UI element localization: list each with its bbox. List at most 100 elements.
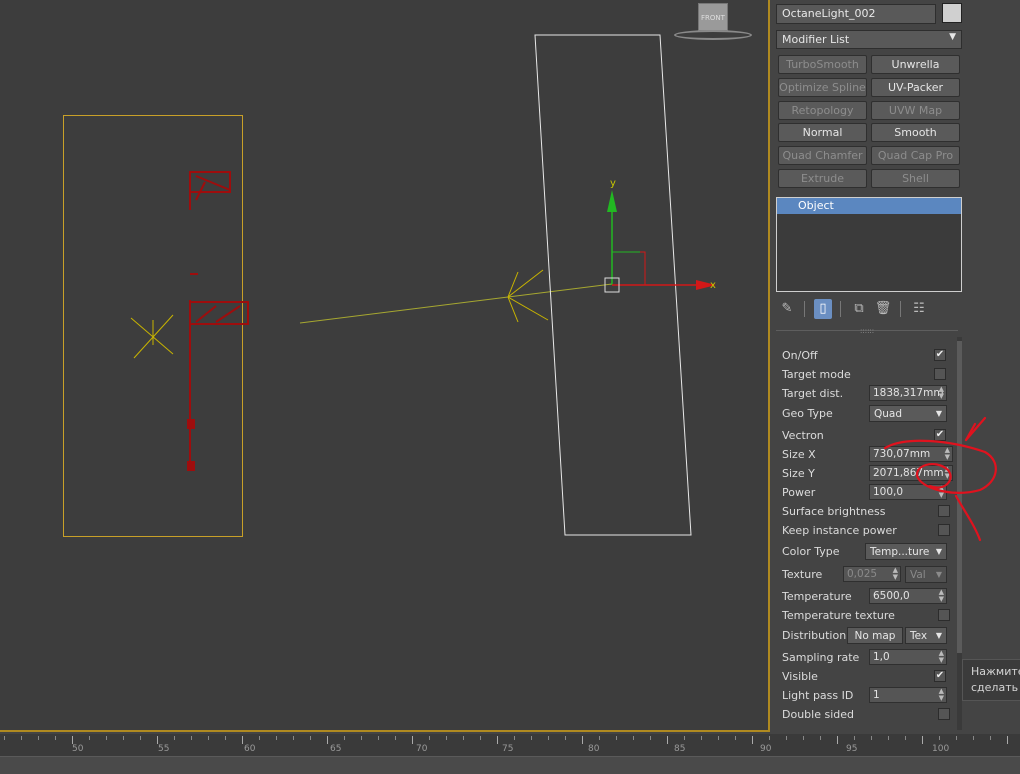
param-target-dist: Target dist. 1838,317mm ▲ ▼ <box>782 385 952 402</box>
geo-type-value: Quad <box>874 408 903 420</box>
light-pass-id-spinner[interactable]: 1 ▲ ▼ <box>869 687 947 703</box>
sampling-rate-spinner[interactable]: 1,0 ▲ ▼ <box>869 649 947 665</box>
target-mode-label: Target mode <box>782 368 851 381</box>
modifier-button-smooth[interactable]: Smooth <box>871 123 960 142</box>
modifier-button-quad-cap-pro[interactable]: Quad Cap Pro <box>871 146 960 165</box>
modifier-button-optimize-spline[interactable]: Optimize Spline <box>778 78 867 97</box>
modifier-button-quad-chamfer[interactable]: Quad Chamfer <box>778 146 867 165</box>
vectron-checkbox[interactable]: ✔ <box>934 429 946 441</box>
timeline-tick <box>684 736 685 740</box>
timeline-tick <box>106 736 107 740</box>
spinner-arrows-icon[interactable]: ▲ ▼ <box>939 485 944 499</box>
stack-item-object[interactable]: Object <box>777 198 961 214</box>
spinner-arrows-icon[interactable]: ▲ ▼ <box>939 688 944 702</box>
tooltip: Нажмите сделать с <box>962 659 1020 701</box>
param-texture: Texture 0,025 ▲ ▼ Val ▼ <box>782 566 952 583</box>
texture-label: Texture <box>782 568 823 581</box>
timeline-tick <box>174 736 175 740</box>
double-sided-checkbox[interactable] <box>938 708 950 720</box>
remove-modifier-icon[interactable]: 🗑 <box>874 299 892 319</box>
transform-gizmo[interactable]: y x <box>604 178 716 293</box>
temperature-spinner[interactable]: 6500,0 ▲ ▼ <box>869 588 947 604</box>
track-bar[interactable] <box>0 756 1020 774</box>
param-geo-type: Geo Type Quad ▼ <box>782 405 952 422</box>
power-value: 100,0 <box>873 486 904 498</box>
target-dist-spinner[interactable]: 1838,317mm ▲ ▼ <box>869 385 947 401</box>
timeline-tick <box>803 736 804 740</box>
timeline-tick <box>310 736 311 740</box>
modifier-button-shell[interactable]: Shell <box>871 169 960 188</box>
viewcube-ring[interactable] <box>674 30 752 40</box>
timeline-tick <box>446 736 447 740</box>
red-object[interactable] <box>187 171 249 471</box>
size-y-spinner[interactable]: 2071,867mm ▲ ▼ <box>869 465 953 481</box>
spinner-arrows-icon[interactable]: ▲ ▼ <box>939 650 944 664</box>
timeline-major-tick <box>327 736 328 744</box>
pin-stack-icon[interactable]: ✎ <box>778 299 796 319</box>
timeline-tick <box>939 736 940 740</box>
timeline-tick <box>786 736 787 740</box>
sampling-rate-label: Sampling rate <box>782 651 860 664</box>
timeline-tick <box>191 736 192 740</box>
visible-checkbox[interactable]: ✔ <box>934 670 946 682</box>
spinner-arrows-icon[interactable]: ▲ ▼ <box>939 386 944 400</box>
size-x-spinner[interactable]: 730,07mm ▲ ▼ <box>869 446 953 462</box>
viewcube[interactable]: FRONT <box>698 3 728 31</box>
modifier-button-uvw-map[interactable]: UVW Map <box>871 101 960 120</box>
size-y-label: Size Y <box>782 467 815 480</box>
configure-modifier-sets-icon[interactable]: ☷ <box>910 299 928 319</box>
object-name-field[interactable]: OctaneLight_002 <box>776 4 936 24</box>
modifier-button-turbosmooth[interactable]: TurboSmooth <box>778 55 867 74</box>
param-size-x: Size X 730,07mm ▲ ▼ <box>782 446 953 463</box>
spinner-arrows-icon[interactable]: ▲ ▼ <box>945 447 950 461</box>
target-mode-checkbox[interactable] <box>934 368 946 380</box>
chevron-down-icon: ▼ <box>935 409 942 418</box>
surface-brightness-checkbox[interactable] <box>938 505 950 517</box>
front-viewport[interactable]: y x FRONT <box>0 0 770 732</box>
vectron-label: Vectron <box>782 429 824 442</box>
modifier-button-unwrella[interactable]: Unwrella <box>871 55 960 74</box>
spinner-arrows-icon[interactable]: ▲ ▼ <box>945 466 950 480</box>
spinner-arrows-icon[interactable]: ▲ ▼ <box>939 589 944 603</box>
distribution-mode-dropdown[interactable]: Tex ▼ <box>905 627 947 644</box>
modifier-button-retopology[interactable]: Retopology <box>778 101 867 120</box>
timeline-tick <box>701 736 702 740</box>
size-y-value: 2071,867mm <box>873 467 944 479</box>
viewcube-label: FRONT <box>701 14 725 22</box>
modifier-button-uv-packer[interactable]: UV-Packer <box>871 78 960 97</box>
timeline-tick <box>123 736 124 740</box>
light-target-icon[interactable] <box>130 314 174 359</box>
param-distribution: Distribution No map Tex ▼ <box>782 627 952 644</box>
timeline-tick <box>4 736 5 740</box>
object-color-swatch[interactable] <box>942 3 962 23</box>
geo-type-dropdown[interactable]: Quad ▼ <box>869 405 947 422</box>
show-end-result-icon[interactable]: ▯ <box>814 299 832 319</box>
on-off-checkbox[interactable]: ✔ <box>934 349 946 361</box>
modifier-button-extrude[interactable]: Extrude <box>778 169 867 188</box>
texture-mode-dropdown[interactable]: Val ▼ <box>905 566 947 583</box>
time-slider-track[interactable]: 50 55 60 65 70 75 80 85 90 95 100 <box>0 734 1020 774</box>
texture-spinner[interactable]: 0,025 ▲ ▼ <box>843 566 901 582</box>
temperature-texture-checkbox[interactable] <box>938 609 950 621</box>
tooltip-line-2: сделать с <box>971 681 1020 694</box>
light-pass-id-label: Light pass ID <box>782 689 854 702</box>
size-x-label: Size X <box>782 448 816 461</box>
rollout-grip-icon[interactable]: :::::: <box>860 327 874 335</box>
timeline-frame-label: 70 <box>416 744 428 754</box>
scrollbar-thumb[interactable] <box>957 341 962 653</box>
timeline-tick <box>616 736 617 740</box>
timeline-tick <box>259 736 260 740</box>
color-type-dropdown[interactable]: Temp...ture ▼ <box>865 543 947 560</box>
modifier-button-normal[interactable]: Normal <box>778 123 867 142</box>
power-spinner[interactable]: 100,0 ▲ ▼ <box>869 484 947 500</box>
modifier-stack[interactable]: Object <box>776 197 962 292</box>
timeline-tick <box>514 736 515 740</box>
distribution-map-button[interactable]: No map <box>847 627 903 644</box>
timeline-tick <box>888 736 889 740</box>
distribution-label: Distribution <box>782 629 847 642</box>
spinner-arrows-icon[interactable]: ▲ ▼ <box>893 567 898 581</box>
make-unique-icon[interactable]: ⧉ <box>850 299 868 319</box>
modifier-list-dropdown[interactable]: Modifier List ▼ <box>776 30 962 49</box>
keep-instance-power-checkbox[interactable] <box>938 524 950 536</box>
timeline-tick <box>378 736 379 740</box>
